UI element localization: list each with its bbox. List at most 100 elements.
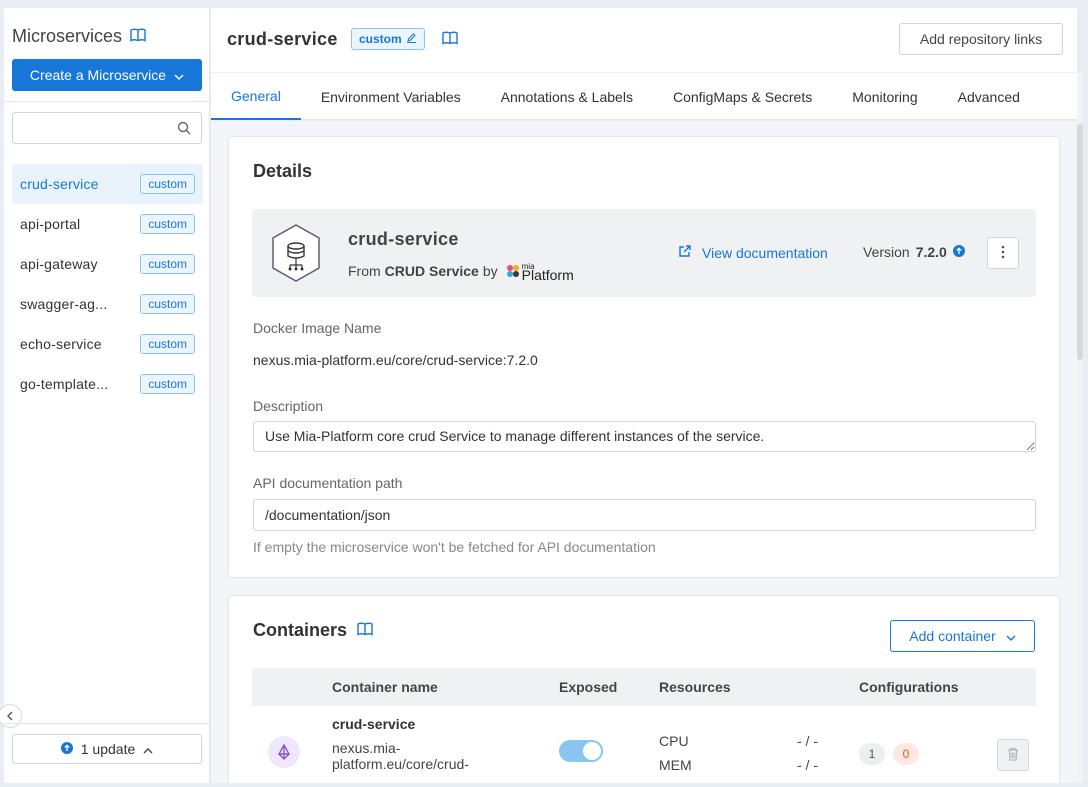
main-content: Details crud-service From CRUD Service b… xyxy=(211,121,1077,783)
tab-annotations-labels[interactable]: Annotations & Labels xyxy=(481,73,653,120)
column-exposed: Exposed xyxy=(559,679,618,695)
delete-container-button[interactable] xyxy=(997,739,1029,771)
service-source: From CRUD Service by mia Platform xyxy=(348,262,574,283)
add-container-label: Add container xyxy=(909,628,996,644)
container-type-icon xyxy=(268,736,300,771)
search-input[interactable] xyxy=(21,113,171,143)
containers-table: Container name Exposed Resources Configu… xyxy=(252,668,1036,783)
view-documentation-label: View documentation xyxy=(702,244,828,261)
update-label: 1 update xyxy=(80,741,136,757)
cpu-label: CPU xyxy=(659,733,689,749)
book-icon[interactable] xyxy=(357,620,373,641)
add-repository-links-button[interactable]: Add repository links xyxy=(899,23,1063,55)
sidebar-item-label: api-gateway xyxy=(20,256,98,272)
search-icon[interactable] xyxy=(177,121,191,138)
trash-icon xyxy=(1007,747,1019,764)
service-name: crud-service xyxy=(348,229,459,249)
table-row[interactable]: crud-service nexus.mia- platform.eu/core… xyxy=(252,706,1036,783)
containers-title: Containers xyxy=(253,620,348,640)
exposed-toggle[interactable] xyxy=(559,740,603,765)
sidebar-item-go-template[interactable]: go-template... custom xyxy=(12,364,203,404)
api-doc-path-hint: If empty the microservice won't be fetch… xyxy=(253,539,656,555)
sidebar-title: Microservices xyxy=(12,26,123,46)
view-documentation-link[interactable]: View documentation xyxy=(678,244,828,261)
kebab-menu-icon xyxy=(1001,245,1005,262)
sidebar-item-api-portal[interactable]: api-portal custom xyxy=(12,204,203,244)
book-icon[interactable] xyxy=(130,26,146,47)
config-count-badge: 1 xyxy=(859,743,885,765)
collapse-sidebar-button[interactable] xyxy=(0,704,22,728)
tab-bar: General Environment Variables Annotation… xyxy=(211,72,1077,120)
mem-label: MEM xyxy=(659,757,692,773)
chevron-left-icon xyxy=(7,708,13,724)
description-label: Description xyxy=(253,398,324,414)
mia-platform-logo: mia Platform xyxy=(506,263,574,282)
more-options-button[interactable] xyxy=(987,237,1019,269)
custom-badge: custom xyxy=(140,254,195,274)
chevron-down-icon xyxy=(174,67,184,83)
scrollbar[interactable] xyxy=(1077,72,1083,783)
tab-configmaps-secrets[interactable]: ConfigMaps & Secrets xyxy=(653,73,832,120)
search-box[interactable] xyxy=(12,112,202,144)
version-number: 7.2.0 xyxy=(915,244,947,260)
sidebar-item-swagger-aggregator[interactable]: swagger-ag... custom xyxy=(12,284,203,324)
scrollbar-thumb[interactable] xyxy=(1077,124,1083,360)
pencil-icon xyxy=(406,32,417,46)
details-card: Details crud-service From CRUD Service b… xyxy=(228,136,1060,578)
create-microservice-button[interactable]: Create a Microservice xyxy=(12,59,202,91)
api-doc-path-label: API documentation path xyxy=(253,475,403,491)
secret-count-badge: 0 xyxy=(893,743,919,765)
page-header: crud-service custom Add repository links xyxy=(211,8,1077,72)
table-header: Container name Exposed Resources Configu… xyxy=(252,668,1036,706)
external-link-icon xyxy=(678,244,692,261)
docker-image-label: Docker Image Name xyxy=(253,320,382,336)
custom-badge-editable[interactable]: custom xyxy=(351,28,425,50)
description-textarea[interactable]: Use Mia-Platform core crud Service to ma… xyxy=(253,421,1036,452)
sidebar-divider xyxy=(4,101,210,102)
sidebar: Microservices Create a Microservice crud… xyxy=(0,8,210,783)
sidebar-item-crud-service[interactable]: crud-service custom xyxy=(12,164,203,204)
column-container-name: Container name xyxy=(332,679,438,695)
mem-value: - / - xyxy=(797,757,818,773)
chevron-down-icon xyxy=(1006,628,1016,644)
sidebar-header: Microservices xyxy=(12,26,146,47)
update-button[interactable]: 1 update xyxy=(12,734,202,764)
api-doc-path-input[interactable] xyxy=(253,499,1036,531)
microservice-list: crud-service custom api-portal custom ap… xyxy=(12,164,203,404)
page-title: crud-service xyxy=(227,29,338,49)
custom-badge: custom xyxy=(140,374,195,394)
source-name: CRUD Service xyxy=(384,263,479,279)
custom-badge: custom xyxy=(140,214,195,234)
sidebar-item-label: swagger-ag... xyxy=(20,296,108,312)
containers-card: Containers Add container Container name … xyxy=(228,595,1060,783)
service-info-box: crud-service From CRUD Service by mia Pla… xyxy=(252,209,1036,297)
database-hexagon-icon xyxy=(270,223,322,286)
tab-general[interactable]: General xyxy=(211,73,301,120)
sidebar-item-label: echo-service xyxy=(20,336,102,352)
tab-monitoring[interactable]: Monitoring xyxy=(832,73,937,120)
docker-image-value: nexus.mia-platform.eu/core/crud-service:… xyxy=(253,352,538,368)
details-title: Details xyxy=(253,161,313,181)
book-icon[interactable] xyxy=(442,31,458,48)
add-container-button[interactable]: Add container xyxy=(890,620,1035,652)
tab-environment-variables[interactable]: Environment Variables xyxy=(301,73,481,120)
tab-advanced[interactable]: Advanced xyxy=(938,73,1040,120)
sidebar-item-label: api-portal xyxy=(20,216,81,232)
badge-label: custom xyxy=(359,32,402,46)
custom-badge: custom xyxy=(140,334,195,354)
cpu-value: - / - xyxy=(797,733,818,749)
chevron-up-icon xyxy=(143,741,153,757)
container-name[interactable]: crud-service xyxy=(332,716,415,732)
update-available-icon[interactable] xyxy=(952,244,965,260)
custom-badge: custom xyxy=(140,174,195,194)
sidebar-item-label: go-template... xyxy=(20,376,109,392)
sidebar-footer-divider xyxy=(4,723,210,724)
containers-header: Containers xyxy=(253,620,373,641)
container-image: nexus.mia- platform.eu/core/crud- xyxy=(332,740,469,772)
column-configurations: Configurations xyxy=(859,679,959,695)
create-microservice-label: Create a Microservice xyxy=(29,67,167,83)
sidebar-item-label: crud-service xyxy=(20,176,99,192)
sidebar-item-api-gateway[interactable]: api-gateway custom xyxy=(12,244,203,284)
sidebar-item-echo-service[interactable]: echo-service custom xyxy=(12,324,203,364)
column-resources: Resources xyxy=(659,679,731,695)
